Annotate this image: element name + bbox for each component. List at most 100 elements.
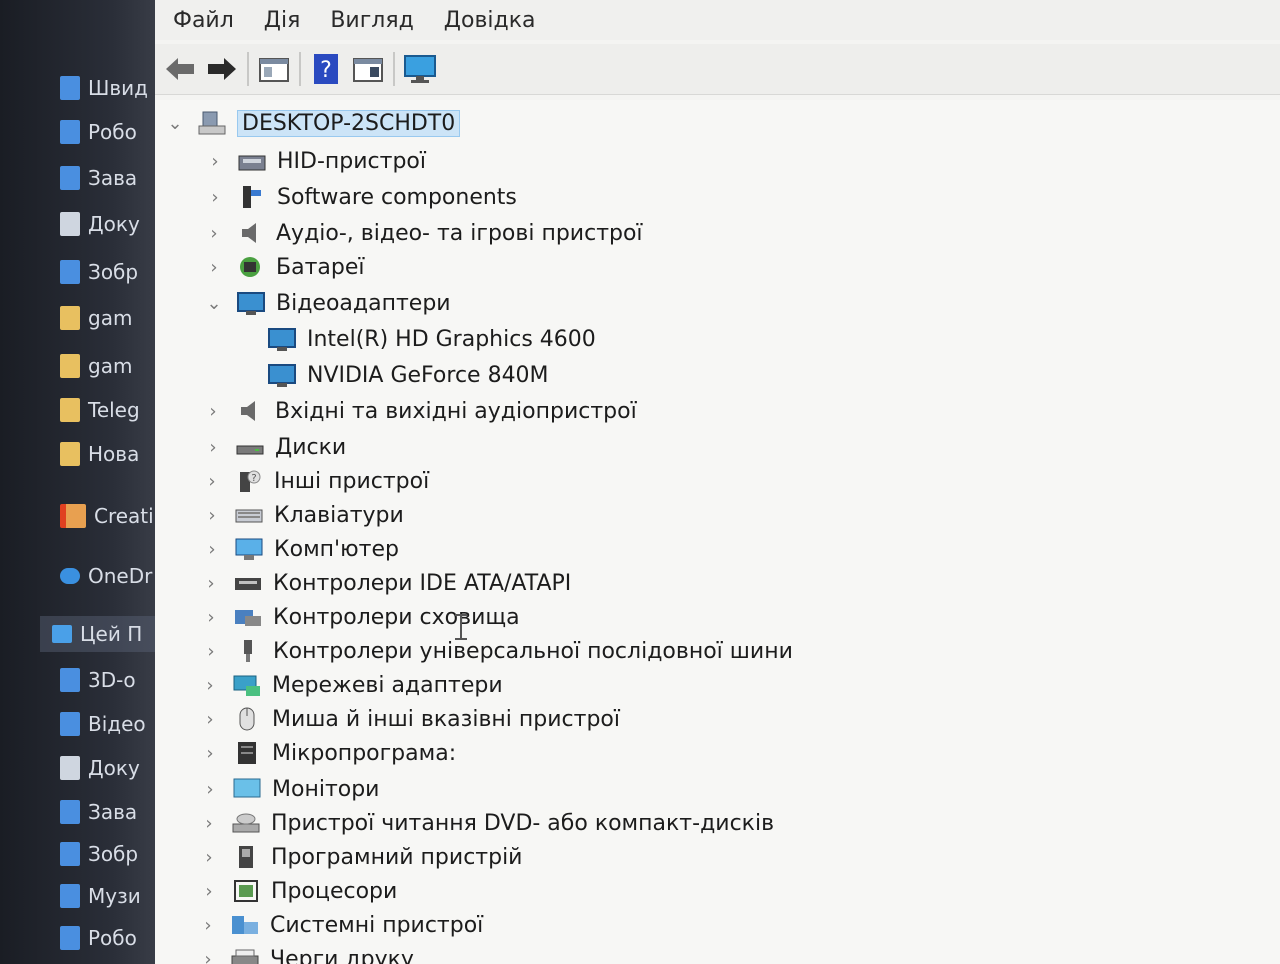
scan-hardware-button[interactable] [403,52,437,86]
explorer-item[interactable]: 3D-о [60,662,136,698]
device-category-label: Комп'ютер [274,536,399,562]
tree-category[interactable]: › Software components [205,180,517,214]
explorer-item[interactable]: OneDr [60,558,152,594]
tree-category[interactable]: ⌄ Відеоадаптери [204,286,450,320]
menu-help[interactable]: Довідка [432,8,548,33]
system-devices-icon [230,912,260,938]
chevron-right-icon[interactable]: › [202,471,222,492]
device-category-label: Пристрої читання DVD- або компакт-дисків [271,810,775,836]
explorer-item-label: Швид [88,76,148,100]
explorer-item[interactable]: gam [60,348,132,384]
cloud-icon [60,568,80,584]
tree-device[interactable]: NVIDIA GeForce 840M [267,358,549,392]
chevron-right-icon[interactable]: › [201,607,221,628]
tree-category[interactable]: ›? Інші пристрої [202,464,429,498]
chevron-right-icon[interactable]: › [200,709,220,730]
chevron-right-icon[interactable]: › [203,401,223,422]
chevron-right-icon[interactable]: › [202,539,222,560]
chevron-right-icon[interactable]: › [204,257,224,278]
tree-category[interactable]: › Системні пристрої [198,908,483,942]
explorer-item[interactable]: Зобр [60,836,138,872]
hid-icon [237,148,267,174]
explorer-item-label: Зобр [88,842,139,866]
ide-controller-icon [233,570,263,596]
menu-view[interactable]: Вигляд [318,8,425,33]
explorer-item[interactable]: Зава [60,794,137,830]
explorer-item[interactable]: Зава [60,160,137,196]
tree-category[interactable]: › Контролери IDE ATA/ATAPI [201,566,571,600]
tree-category[interactable]: › Батареї [204,250,364,284]
tree-category[interactable]: › Монітори [200,772,379,806]
tree-category[interactable]: › HID-пристрої [205,144,426,178]
usb-icon [233,638,263,664]
tree-category[interactable]: › Пристрої читання DVD- або компакт-дискі… [199,806,774,840]
computer-icon [234,536,264,562]
tree-category[interactable]: › Миша й інші вказівні пристрої [200,702,620,736]
image-icon [60,260,80,284]
forward-button[interactable] [205,52,239,86]
device-category-label: Software components [277,184,517,210]
tree-category[interactable]: › Комп'ютер [202,532,399,566]
back-button[interactable] [163,52,197,86]
properties-button[interactable] [257,52,291,86]
speaker-icon [236,220,266,246]
chevron-right-icon[interactable]: › [200,779,220,800]
tree-category[interactable]: › Контролери універсальної послідовної ши… [201,634,793,668]
explorer-item[interactable]: Нова [60,436,139,472]
device-category-label: HID-пристрої [277,148,427,174]
chevron-right-icon[interactable]: › [204,223,224,244]
explorer-item[interactable]: Робо [60,114,137,150]
explorer-item[interactable]: Доку [60,750,140,786]
chevron-right-icon[interactable]: › [205,187,225,208]
explorer-item[interactable]: Creati [60,498,154,534]
device-category-label: Батареї [276,254,365,280]
tree-category[interactable]: › Процесори [199,874,397,908]
explorer-item[interactable]: Робо [60,920,137,956]
explorer-item[interactable]: gam [60,300,132,336]
tree-category[interactable]: › Аудіо-, відео- та ігрові пристрої [204,216,643,250]
device-category-label: Аудіо-, відео- та ігрові пристрої [276,220,643,246]
tree-category[interactable]: › Диски [203,430,346,464]
menu-bar: Файл Дія Вигляд Довідка [155,0,1280,40]
explorer-item[interactable]: Швид [60,70,148,106]
tree-category[interactable]: › Черги друку [198,942,414,964]
tree-category[interactable]: › Контролери сховища [201,600,519,634]
help-button[interactable]: ? [309,52,343,86]
tree-category[interactable]: › Програмний пристрій [199,840,522,874]
tree-root[interactable]: ⌄ DESKTOP-2SCHDT0 [165,106,461,140]
chevron-right-icon[interactable]: › [199,813,219,834]
show-hide-button[interactable] [351,52,385,86]
explorer-item[interactable]: Зобр [60,254,138,290]
menu-file[interactable]: Файл [161,8,246,33]
tree-category[interactable]: › Вхідні та вихідні аудіопристрої [203,394,636,428]
chevron-right-icon[interactable]: › [201,573,221,594]
chevron-down-icon[interactable]: ⌄ [165,113,185,134]
music-icon [60,884,80,908]
device-category-label: Контролери універсальної послідовної шин… [273,638,793,664]
chevron-right-icon[interactable]: › [198,915,218,936]
explorer-item[interactable]: Відео [60,706,146,742]
chevron-right-icon[interactable]: › [199,847,219,868]
menu-action[interactable]: Дія [252,8,313,33]
chevron-right-icon[interactable]: › [205,151,225,172]
chevron-right-icon[interactable]: › [203,437,223,458]
chevron-down-icon[interactable]: ⌄ [204,293,224,314]
device-category-label: Intel(R) HD Graphics 4600 [307,326,596,352]
chevron-right-icon[interactable]: › [199,881,219,902]
this-pc-icon [52,625,72,643]
chevron-right-icon[interactable]: › [200,675,220,696]
toolbar-separator [393,52,395,86]
explorer-item[interactable]: Teleg [60,392,140,428]
chevron-right-icon[interactable]: › [201,641,221,662]
tree-category[interactable]: › Клавіатури [202,498,403,532]
device-category-label: Процесори [271,878,398,904]
chevron-right-icon[interactable]: › [200,743,220,764]
tree-device[interactable]: Intel(R) HD Graphics 4600 [267,322,596,356]
tree-category[interactable]: › Мережеві адаптери [200,668,502,702]
chevron-right-icon[interactable]: › [198,949,218,964]
monitor-icon [232,776,262,802]
explorer-item[interactable]: Доку [60,206,140,242]
tree-category[interactable]: › Мікропрограма: [200,736,456,770]
chevron-right-icon[interactable]: › [202,505,222,526]
explorer-item[interactable]: Музи [60,878,141,914]
